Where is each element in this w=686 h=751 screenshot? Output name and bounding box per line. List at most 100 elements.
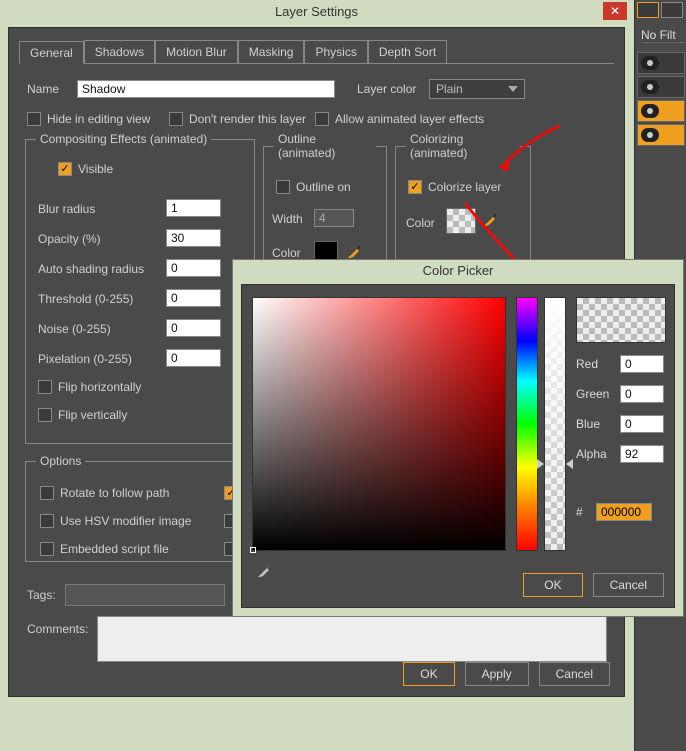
fliph-checkbox[interactable]: [38, 380, 52, 394]
layer-row-selected[interactable]: [637, 100, 685, 122]
sv-picker[interactable]: [252, 297, 506, 551]
options-legend: Options: [36, 454, 85, 468]
eyedropper-icon[interactable]: [346, 244, 362, 260]
dontrender-label: Don't render this layer: [189, 112, 306, 126]
outline-color-label: Color: [272, 246, 301, 260]
ashade-label: Auto shading radius: [38, 262, 144, 276]
hex-input[interactable]: [596, 503, 652, 521]
colorize-color-swatch[interactable]: [446, 208, 476, 234]
titlebar: Layer Settings ✕: [0, 0, 633, 24]
side-toggle-a[interactable]: [637, 2, 659, 18]
layercolor-value: Plain: [436, 82, 463, 96]
blue-input[interactable]: [620, 415, 664, 433]
visible-label: Visible: [78, 162, 113, 176]
embed-checkbox[interactable]: [40, 542, 54, 556]
green-label: Green: [576, 387, 620, 401]
flipv-label: Flip vertically: [58, 408, 127, 422]
opacity-label: Opacity (%): [38, 232, 101, 246]
alpha-input[interactable]: [620, 445, 664, 463]
green-input[interactable]: [620, 385, 664, 403]
comments-input[interactable]: [97, 616, 607, 662]
width-input[interactable]: [314, 209, 354, 227]
embed-label: Embedded script file: [60, 542, 169, 556]
tab-masking[interactable]: Masking: [238, 40, 305, 63]
allowanim-label: Allow animated layer effects: [335, 112, 484, 126]
slider-handle-left: [537, 459, 544, 469]
pixel-input[interactable]: [166, 349, 221, 367]
current-color-swatch: [576, 297, 666, 343]
colorize-label: Colorize layer: [428, 180, 501, 194]
blue-label: Blue: [576, 417, 620, 431]
color-picker-title: Color Picker: [233, 260, 683, 282]
outlineon-label: Outline on: [296, 180, 351, 194]
eye-icon: [641, 128, 659, 142]
eye-icon: [641, 80, 659, 94]
alpha-slider[interactable]: [544, 297, 566, 551]
tabs: General Shadows Motion Blur Masking Phys…: [19, 40, 614, 64]
color-picker-window: Color Picker Red Green Blue Alpha # OK C…: [232, 259, 684, 617]
cp-cancel-button[interactable]: Cancel: [593, 573, 664, 597]
hash-label: #: [576, 505, 596, 519]
eye-icon: [641, 104, 659, 118]
tags-label: Tags:: [27, 588, 56, 602]
name-input[interactable]: [77, 80, 335, 98]
tab-shadows[interactable]: Shadows: [84, 40, 155, 63]
outline-group: Outline (animated) Outline on Width Colo…: [263, 132, 387, 260]
ok-button[interactable]: OK: [403, 662, 454, 686]
apply-button[interactable]: Apply: [465, 662, 529, 686]
colorize-checkbox[interactable]: [408, 180, 422, 194]
name-label: Name: [27, 82, 59, 96]
noise-input[interactable]: [166, 319, 221, 337]
opacity-input[interactable]: [166, 229, 221, 247]
sv-cursor: [250, 547, 256, 553]
outline-legend: Outline (animated): [274, 132, 376, 160]
colorizing-legend: Colorizing (animated): [406, 132, 520, 160]
alpha-overlay: [545, 298, 565, 550]
tags-input[interactable]: [65, 584, 225, 606]
layer-row-selected[interactable]: [637, 124, 685, 146]
layer-row[interactable]: [637, 52, 685, 74]
blur-label: Blur radius: [38, 202, 95, 216]
tab-physics[interactable]: Physics: [304, 40, 367, 63]
dontrender-checkbox[interactable]: [169, 112, 183, 126]
compositing-legend: Compositing Effects (animated): [36, 132, 211, 146]
blur-input[interactable]: [166, 199, 221, 217]
compositing-group: Compositing Effects (animated) Visible B…: [25, 132, 255, 444]
hue-slider[interactable]: [516, 297, 538, 551]
eyedropper-icon[interactable]: [482, 212, 498, 228]
chevron-down-icon: [508, 86, 518, 92]
side-toggle-b[interactable]: [661, 2, 683, 18]
allowanim-checkbox[interactable]: [315, 112, 329, 126]
tab-motion-blur[interactable]: Motion Blur: [155, 40, 238, 63]
cp-ok-button[interactable]: OK: [523, 573, 582, 597]
thresh-input[interactable]: [166, 289, 221, 307]
flipv-checkbox[interactable]: [38, 408, 52, 422]
pixel-label: Pixelation (0-255): [38, 352, 132, 366]
window-title: Layer Settings: [0, 0, 633, 24]
hsv-checkbox[interactable]: [40, 514, 54, 528]
visible-checkbox[interactable]: [58, 162, 72, 176]
no-filter-label[interactable]: No Filt: [641, 28, 685, 43]
cancel-button[interactable]: Cancel: [539, 662, 610, 686]
outlineon-checkbox[interactable]: [276, 180, 290, 194]
hsv-label: Use HSV modifier image: [60, 514, 191, 528]
hide-label: Hide in editing view: [47, 112, 150, 126]
rotate-checkbox[interactable]: [40, 486, 54, 500]
red-input[interactable]: [620, 355, 664, 373]
width-label: Width: [272, 212, 303, 226]
layer-row[interactable]: [637, 76, 685, 98]
eyedropper-icon[interactable]: [256, 563, 272, 579]
tab-general[interactable]: General: [19, 41, 84, 64]
slider-handle-right: [566, 459, 573, 469]
rotate-label: Rotate to follow path: [60, 486, 169, 500]
colorizing-group: Colorizing (animated) Colorize layer Col…: [395, 132, 531, 260]
hide-checkbox[interactable]: [27, 112, 41, 126]
tab-depth-sort[interactable]: Depth Sort: [368, 40, 447, 63]
red-label: Red: [576, 357, 620, 371]
close-button[interactable]: ✕: [603, 2, 627, 20]
noise-label: Noise (0-255): [38, 322, 111, 336]
layercolor-label: Layer color: [357, 82, 416, 96]
alpha-label: Alpha: [576, 447, 620, 461]
layercolor-select[interactable]: Plain: [429, 79, 525, 99]
ashade-input[interactable]: [166, 259, 221, 277]
